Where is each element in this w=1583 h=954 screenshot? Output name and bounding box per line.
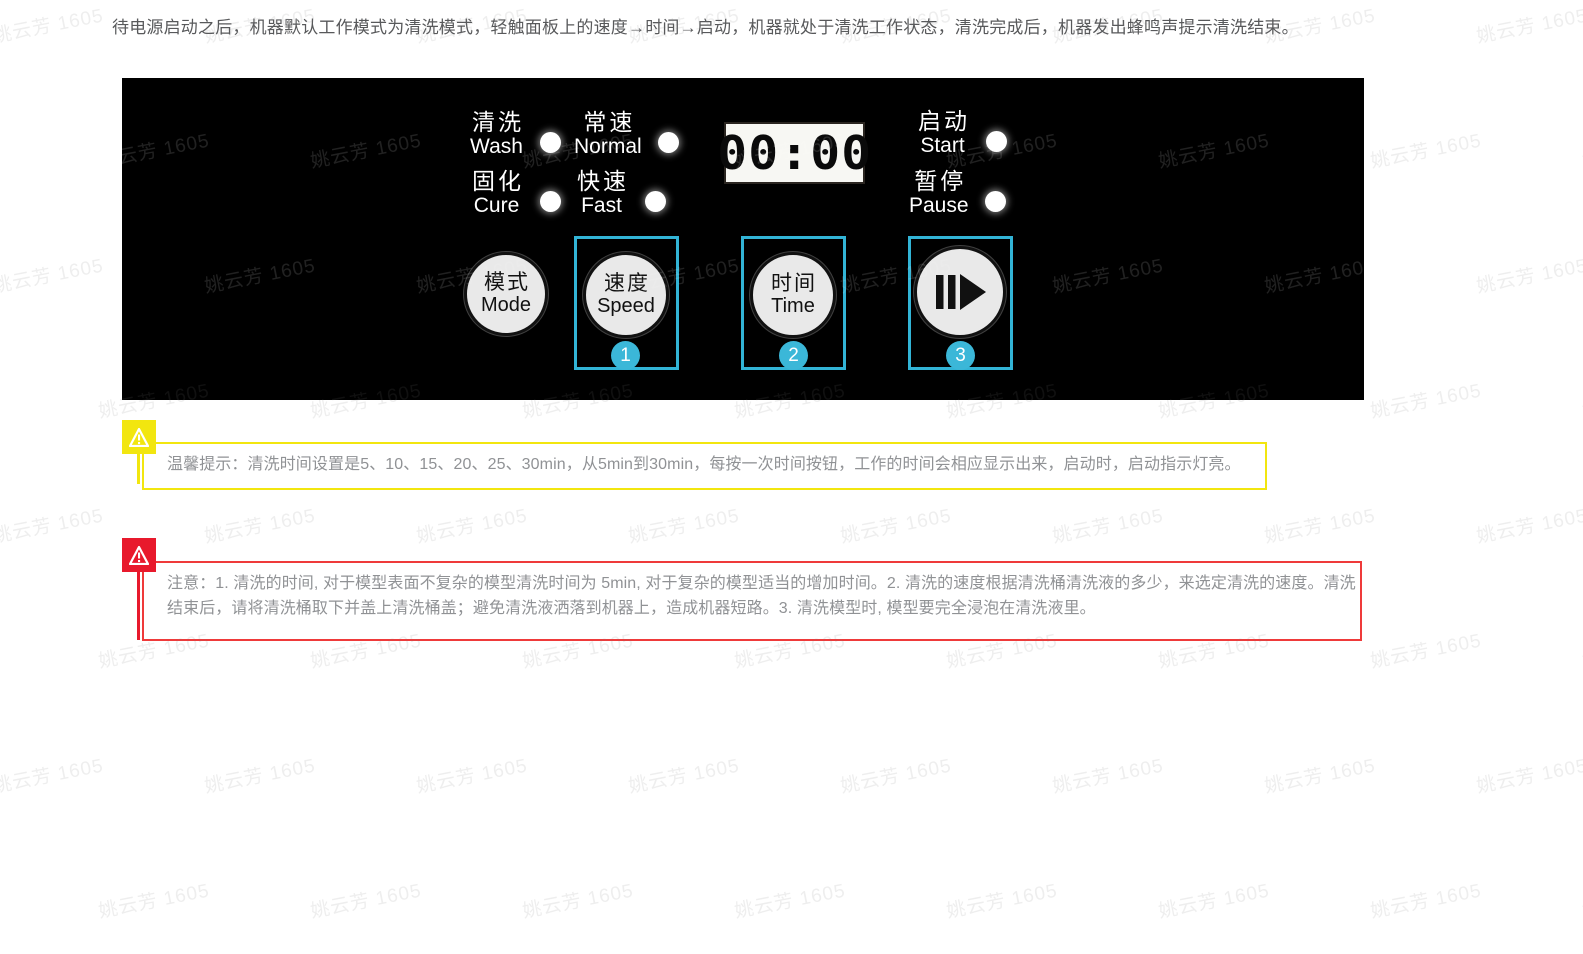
start-button-wrap <box>914 246 1006 338</box>
watermark-text: 姚云芳 1605 <box>520 880 636 923</box>
warning-triangle-icon <box>122 420 156 454</box>
time-button-wrap: 时间 Time <box>750 252 836 338</box>
watermark-text: 姚云芳 1605 <box>1368 630 1484 673</box>
indicator-cure-label: 固化 Cure <box>469 168 524 217</box>
indicator-fast-label: 快速 Fast <box>574 168 629 217</box>
indicator-start-label: 启动 Start <box>915 108 970 157</box>
mode-button-en: Mode <box>480 294 532 317</box>
notice-callout: 注意：1. 清洗的时间, 对于模型表面不复杂的模型清洗时间为 5min, 对于复… <box>122 538 1362 643</box>
watermark-text: 姚云芳 1605 <box>0 5 106 48</box>
time-button-en: Time <box>771 295 815 318</box>
indicator-cure: 固化 Cure <box>469 170 561 216</box>
watermark-text: 姚云芳 1605 <box>1368 380 1484 423</box>
watermark-text: 姚云芳 1605 <box>202 755 318 798</box>
watermark-text: 姚云芳 1605 <box>1050 755 1166 798</box>
notice-triangle-icon <box>122 538 156 572</box>
indicator-pause-en: Pause <box>909 194 969 217</box>
indicator-start-en: Start <box>920 134 965 157</box>
control-panel: 清洗 Wash 固化 Cure 常速 Normal 快速 Fast 00:00 … <box>122 78 1364 400</box>
mode-button-wrap: 模式 Mode <box>464 252 548 336</box>
led-indicator-normal <box>657 132 679 153</box>
indicator-wash-en: Wash <box>470 135 523 158</box>
play-pause-icon <box>936 274 986 310</box>
start-pause-button[interactable] <box>914 246 1006 338</box>
indicator-wash-cn: 清洗 <box>472 109 524 135</box>
speed-button-cn: 速度 <box>604 271 650 295</box>
watermark-text: 姚云芳 1605 <box>308 880 424 923</box>
warning-callout-text: 温馨提示：清洗时间设置是5、10、15、20、25、30min，从5min到30… <box>167 456 1241 473</box>
watermark-text: 姚云芳 1605 <box>838 755 954 798</box>
indicator-normal-en: Normal <box>574 135 642 158</box>
page-root: 待电源启动之后，机器默认工作模式为清洗模式，轻触面板上的速度→时间→启动，机器就… <box>0 0 1583 954</box>
indicator-cure-en: Cure <box>473 194 520 217</box>
indicator-fast-cn: 快速 <box>577 168 629 194</box>
warning-callout: 温馨提示：清洗时间设置是5、10、15、20、25、30min，从5min到30… <box>122 420 1267 490</box>
time-button[interactable]: 时间 Time <box>750 252 836 338</box>
led-indicator-wash <box>540 132 561 153</box>
watermark-text: 姚云芳 1605 <box>1368 130 1484 173</box>
watermark-text: 姚云芳 1605 <box>0 755 106 798</box>
warning-callout-tail <box>137 454 140 484</box>
watermark-text: 姚云芳 1605 <box>96 880 212 923</box>
intro-paragraph: 待电源启动之后，机器默认工作模式为清洗模式，轻触面板上的速度→时间→启动，机器就… <box>112 18 1299 37</box>
notice-callout-line-2: 结束后，请将清洗桶取下并盖上清洗桶盖；避免清洗液洒落到机器上，造成机器短路。3.… <box>167 600 1096 617</box>
step-badge-1: 1 <box>611 341 640 370</box>
notice-triangle-glyph <box>129 545 149 565</box>
notice-callout-line-1: 注意：1. 清洗的时间, 对于模型表面不复杂的模型清洗时间为 5min, 对于复… <box>167 575 1356 592</box>
watermark-text: 姚云芳 1605 <box>732 880 848 923</box>
watermark-text: 姚云芳 1605 <box>944 880 1060 923</box>
led-indicator-pause <box>984 191 1006 212</box>
step-badge-3: 3 <box>946 341 975 370</box>
watermark-text: 姚云芳 1605 <box>0 505 106 548</box>
speed-button-wrap: 速度 Speed <box>583 252 669 338</box>
mode-button[interactable]: 模式 Mode <box>464 252 548 336</box>
indicator-normal-cn: 常速 <box>583 109 636 135</box>
indicator-wash: 清洗 Wash <box>469 111 561 157</box>
led-indicator-start <box>986 131 1007 152</box>
indicator-pause-cn: 暂停 <box>914 168 967 194</box>
led-indicator-cure <box>540 191 561 212</box>
watermark-text: 姚云芳 1605 <box>1262 755 1378 798</box>
watermark-text: 姚云芳 1605 <box>1156 880 1272 923</box>
watermark-text: 姚云芳 1605 <box>1474 755 1583 798</box>
time-button-cn: 时间 <box>771 271 817 295</box>
watermark-text: 姚云芳 1605 <box>626 755 742 798</box>
timer-display-value: 00:00 <box>717 126 872 180</box>
step-badge-2: 2 <box>779 341 808 370</box>
watermark-text: 姚云芳 1605 <box>0 255 106 298</box>
indicator-wash-label: 清洗 Wash <box>469 109 524 158</box>
speed-button[interactable]: 速度 Speed <box>583 252 669 338</box>
watermark-text: 姚云芳 1605 <box>1474 255 1583 298</box>
indicator-start: 启动 Start <box>915 110 1007 156</box>
indicator-cure-cn: 固化 <box>472 168 524 194</box>
speed-button-en: Speed <box>597 295 655 318</box>
indicator-pause-label: 暂停 Pause <box>909 168 969 217</box>
indicator-fast: 快速 Fast <box>574 170 666 216</box>
timer-display: 00:00 <box>717 122 871 184</box>
indicator-pause: 暂停 Pause <box>909 170 1006 216</box>
watermark-text: 姚云芳 1605 <box>414 755 530 798</box>
watermark-text: 姚云芳 1605 <box>1474 5 1583 48</box>
watermark-text: 姚云芳 1605 <box>1368 880 1484 923</box>
mode-button-cn: 模式 <box>484 270 530 294</box>
watermark-text: 姚云芳 1605 <box>1474 505 1583 548</box>
indicator-normal: 常速 Normal <box>574 111 679 157</box>
indicator-start-cn: 启动 <box>918 108 970 134</box>
indicator-fast-en: Fast <box>581 194 622 217</box>
warning-triangle-glyph <box>129 427 149 447</box>
notice-callout-tail <box>137 572 140 640</box>
indicator-normal-label: 常速 Normal <box>574 109 642 158</box>
led-indicator-fast <box>645 191 666 212</box>
